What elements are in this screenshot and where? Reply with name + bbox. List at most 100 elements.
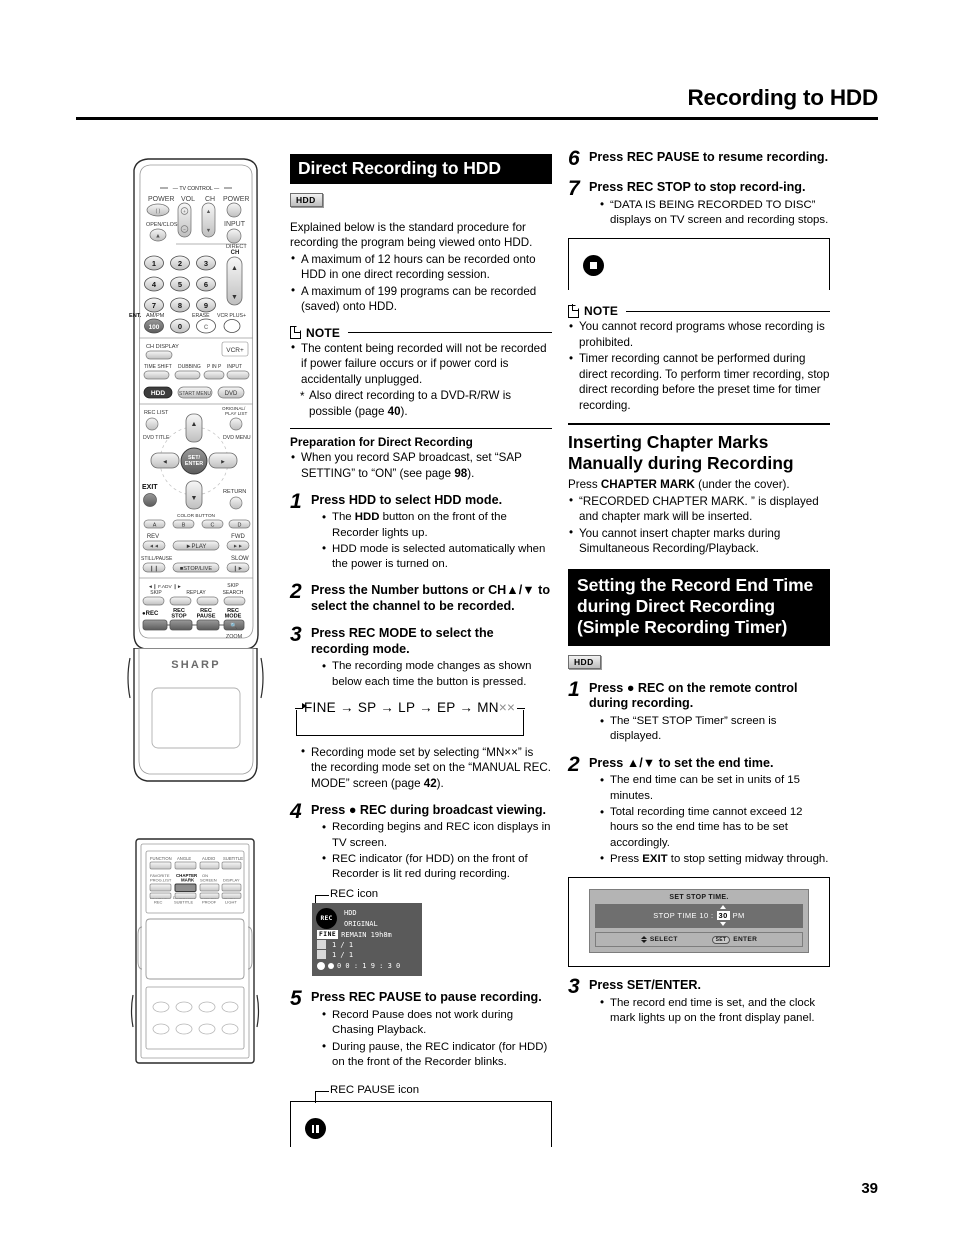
caret-up-icon — [720, 905, 727, 910]
list-item: During pause, the REC indicator (for HDD… — [321, 1039, 552, 1071]
list-item: “DATA IS BEING RECORDED TO DISC” display… — [599, 197, 830, 229]
step-2: 2 Press the Number buttons or CH▲/▼ to s… — [290, 581, 552, 614]
svg-text:SKIP: SKIP — [150, 590, 162, 596]
svg-text:■STOP/LIVE: ■STOP/LIVE — [180, 566, 212, 572]
svg-text:AM/PM: AM/PM — [146, 313, 165, 319]
select-label: SELECT — [649, 936, 678, 944]
svg-text:−: − — [183, 227, 186, 232]
remote-control-top-illustration: — TV CONTROL — POWER VOL CH POWER ( ) OP… — [126, 156, 266, 656]
svg-text:FWD: FWD — [231, 534, 245, 540]
pause-bars-icon — [312, 1124, 319, 1133]
svg-text:SCREEN: SCREEN — [200, 878, 217, 883]
list-item: A maximum of 199 programs can be recorde… — [290, 283, 552, 315]
chapter-icon — [317, 950, 326, 960]
osd-line-counter2: 1 / 1 — [317, 950, 418, 960]
svg-text:VCR+: VCR+ — [226, 347, 244, 354]
svg-text:( ): ( ) — [156, 209, 161, 215]
svg-text:0: 0 — [178, 322, 182, 331]
step-bullets: “DATA IS BEING RECORDED TO DISC” display… — [589, 197, 830, 229]
remote-illustration-column: — TV CONTROL — POWER VOL CH POWER ( ) OP… — [126, 156, 266, 1072]
recmode-note-list: Recording mode set by selecting “MN××” i… — [290, 744, 552, 792]
leader-line — [315, 1091, 329, 1093]
remote-top-lower-svg: SHARP — [127, 647, 264, 782]
list-item: REC indicator (for HDD) on the front of … — [321, 851, 552, 883]
stop-square-icon — [590, 262, 597, 270]
right-content-column: 6 Press REC PAUSE to resume recording. 7… — [568, 148, 830, 1026]
page-ref: 40 — [387, 404, 401, 418]
svg-text:INPUT: INPUT — [227, 364, 242, 370]
page-ref: 42 — [423, 776, 437, 790]
document-icon — [568, 304, 580, 318]
page-title: Recording to HDD — [687, 85, 878, 110]
list-item: Timer recording cannot be performed duri… — [568, 351, 830, 413]
svg-text:ZOOM: ZOOM — [226, 634, 243, 640]
step-title: Press ● REC on the remote control during… — [589, 680, 798, 711]
step-number: 1 — [290, 489, 302, 513]
rec-pause-icon-caption: REC PAUSE icon — [330, 1084, 420, 1097]
step-title: Press ● REC during broadcast viewing. — [311, 802, 547, 817]
svg-text:▲: ▲ — [231, 265, 238, 272]
svg-text:ENT.: ENT. — [129, 313, 142, 319]
stop-time-row: STOP TIME 10 : 30 PM — [595, 904, 803, 929]
note-header: NOTE — [568, 304, 830, 318]
svg-text:PROOF: PROOF — [202, 900, 217, 905]
svg-text:3: 3 — [204, 259, 208, 268]
svg-text:COLOR BUTTON: COLOR BUTTON — [177, 513, 216, 519]
step-bullets: Recording begins and REC icon displays i… — [311, 820, 552, 882]
step-title: Press HDD to select HDD mode. — [311, 492, 503, 507]
up-down-icon — [640, 936, 647, 944]
on-screen-display-rec: REC HDD ORIGINAL FINE REMAIN 19h8m 1 / 1… — [312, 903, 422, 977]
svg-text:C: C — [211, 523, 215, 529]
svg-text:PLAY LIST: PLAY LIST — [225, 411, 247, 416]
svg-text:SHARP: SHARP — [171, 659, 221, 671]
svg-text:CH: CH — [231, 250, 240, 256]
svg-text:FUNCTION: FUNCTION — [150, 856, 172, 861]
svg-text:START MENU: START MENU — [179, 391, 211, 397]
stop-time-minutes-value[interactable]: 30 — [716, 905, 730, 927]
svg-text:SUBTITLE: SUBTITLE — [223, 856, 243, 861]
svg-text:◄◄: ◄◄ — [149, 544, 159, 550]
step-title: Press REC PAUSE to pause recording. — [311, 990, 542, 1005]
osd-line-remain: FINE REMAIN 19h8m — [317, 930, 418, 940]
svg-text:🔍: 🔍 — [230, 622, 238, 630]
osd-counter-2: 1 / 1 — [332, 950, 354, 959]
note-rule — [626, 310, 830, 312]
svg-text:MODE: MODE — [225, 614, 242, 620]
svg-text:❙❙: ❙❙ — [149, 565, 158, 572]
chapter-marks-bullets: “RECORDED CHAPTER MARK. ” is displayed a… — [568, 493, 830, 557]
remote-control-bottom-illustration: FUNCTION ANGLE AUDIO SUBTITLE FAVORITE P… — [130, 835, 266, 1072]
svg-text:REPLAY: REPLAY — [186, 590, 206, 596]
select-hint: SELECT — [640, 936, 678, 944]
svg-text:POWER: POWER — [148, 196, 174, 203]
step-title: Press the Number buttons or CH▲/▼ to sel… — [311, 583, 551, 614]
svg-text:D: D — [238, 523, 242, 529]
note-rule — [348, 332, 552, 334]
svg-text:2: 2 — [178, 259, 182, 268]
svg-text:— TV CONTROL —: — TV CONTROL — — [173, 186, 220, 192]
leader-line — [315, 895, 329, 897]
svg-text:OPEN/CLOSE: OPEN/CLOSE — [146, 222, 181, 228]
svg-text:STOP: STOP — [171, 614, 186, 620]
osd-line-original: ORIGINAL — [344, 919, 378, 928]
divider — [568, 423, 830, 426]
section-banner-direct-recording: Direct Recording to HDD — [290, 154, 552, 184]
svg-text:MARK: MARK — [181, 878, 195, 883]
svg-text:POWER: POWER — [223, 196, 249, 203]
svg-text:INPUT: INPUT — [224, 221, 246, 228]
note-label: NOTE — [306, 325, 341, 340]
rec-stop-icon-frame — [568, 238, 830, 291]
set-enter-chip-icon: SET — [711, 935, 731, 944]
step-4: 4 Press ● REC during broadcast viewing. … — [290, 801, 552, 883]
note-header: NOTE — [290, 326, 552, 340]
chapter-marks-heading: Inserting Chapter Marks Manually during … — [568, 432, 794, 473]
rec-badge-icon: REC — [316, 908, 337, 930]
media-badge-hdd: HDD — [290, 192, 323, 207]
svg-text:9: 9 — [204, 301, 208, 310]
title-icon — [317, 940, 326, 950]
endtime-step-1: 1 Press ● REC on the remote control duri… — [568, 679, 830, 745]
svg-text:8: 8 — [178, 301, 182, 310]
step-title: Press SET/ENTER. — [589, 978, 701, 993]
osd-counter-1: 1 / 1 — [332, 940, 354, 949]
svg-text:REC LIST: REC LIST — [144, 410, 169, 416]
osd-time: 0 0 : 1 9 : 3 0 — [337, 962, 401, 971]
